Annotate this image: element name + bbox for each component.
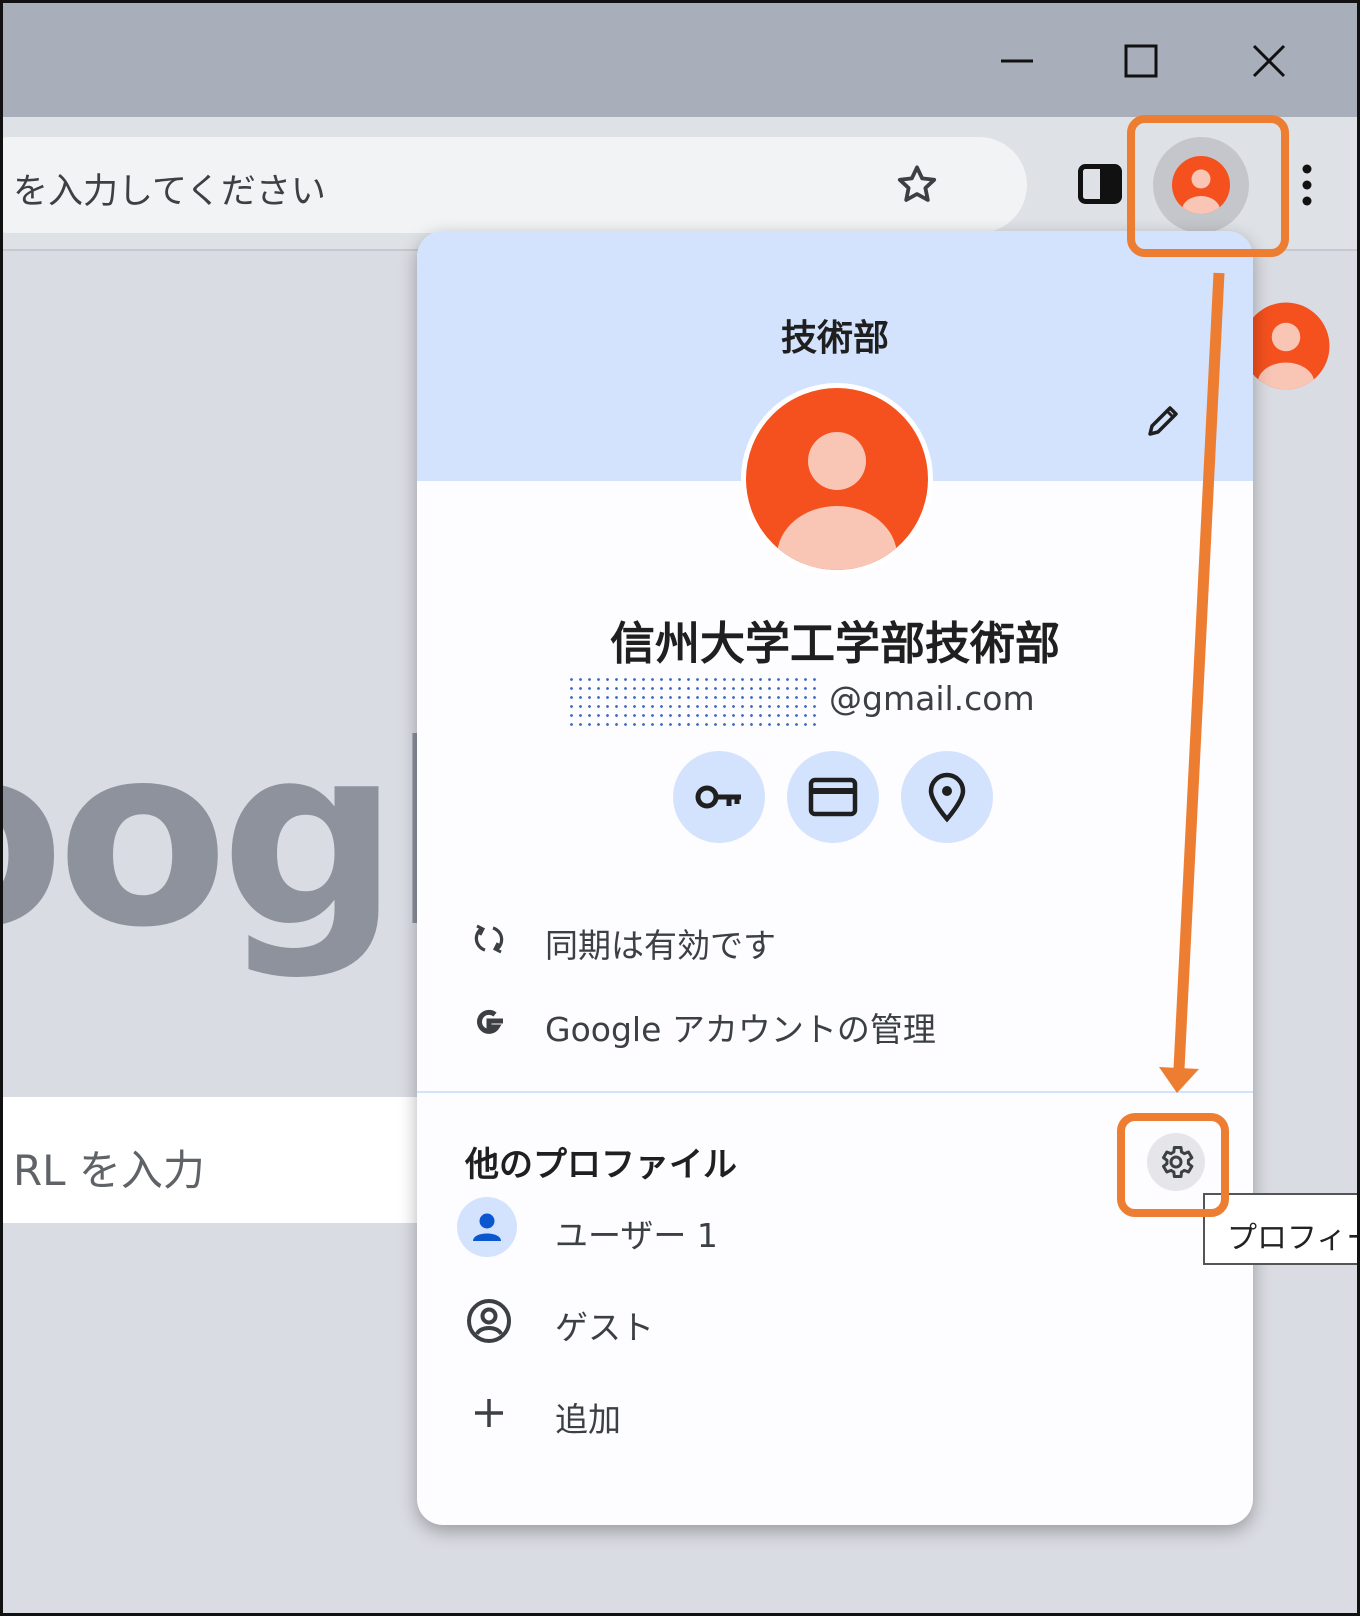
profile-menu-popup: 技術部 信州大学工学部技術部 @gmail.com 同期は有効です Google… bbox=[417, 231, 1253, 1525]
sync-status-label: 同期は有効です bbox=[545, 926, 776, 965]
section-divider bbox=[417, 1091, 1253, 1093]
user-icon bbox=[457, 1197, 517, 1257]
maximize-icon bbox=[1124, 44, 1158, 78]
close-icon bbox=[1252, 44, 1286, 78]
edit-profile-button[interactable] bbox=[1135, 393, 1191, 449]
close-button[interactable] bbox=[1221, 21, 1317, 101]
search-box[interactable]: RL を入力 bbox=[3, 1097, 443, 1223]
address-bar-placeholder: を入力してください bbox=[13, 172, 326, 212]
search-placeholder: RL を入力 bbox=[13, 1146, 205, 1195]
passwords-button[interactable] bbox=[673, 751, 765, 843]
pencil-icon bbox=[1148, 406, 1178, 436]
profile-avatar bbox=[741, 383, 933, 575]
address-pin-icon bbox=[928, 772, 966, 823]
add-profile-label: 追加 bbox=[555, 1400, 621, 1439]
kebab-menu-icon bbox=[1302, 164, 1312, 206]
email-domain: @gmail.com bbox=[829, 679, 1035, 718]
manage-google-account-row[interactable]: Google アカウントの管理 bbox=[417, 983, 1253, 1063]
google-logo: oogl bbox=[3, 691, 477, 982]
guest-profile-icon bbox=[463, 1295, 515, 1347]
maximize-button[interactable] bbox=[1093, 21, 1189, 101]
address-bar[interactable]: を入力してください bbox=[3, 137, 1027, 233]
profile-name: 技術部 bbox=[780, 318, 889, 359]
manage-account-label: Google アカウントの管理 bbox=[545, 1010, 936, 1049]
profile-button-highlight bbox=[1127, 115, 1289, 257]
payment-methods-button[interactable] bbox=[787, 751, 879, 843]
chrome-menu-button[interactable] bbox=[1291, 153, 1323, 217]
google-g-icon bbox=[463, 997, 515, 1049]
gear-button-highlight bbox=[1117, 1113, 1229, 1217]
sync-icon bbox=[463, 913, 515, 965]
account-email: @gmail.com bbox=[567, 671, 1107, 731]
account-full-name: 信州大学工学部技術部 bbox=[609, 617, 1060, 670]
profile-user1-label: ユーザー 1 bbox=[555, 1216, 718, 1255]
addresses-button[interactable] bbox=[901, 751, 993, 843]
redacted-email-local-part bbox=[567, 675, 821, 731]
minimize-button[interactable] bbox=[969, 21, 1065, 101]
side-panel-button[interactable] bbox=[1071, 155, 1129, 213]
avatar-icon bbox=[777, 432, 897, 570]
add-profile-row[interactable]: 追加 bbox=[417, 1373, 1253, 1453]
profile-guest-label: ゲスト bbox=[555, 1308, 654, 1347]
password-key-icon bbox=[695, 785, 741, 809]
title-bar bbox=[3, 3, 1357, 117]
background-avatar-icon bbox=[1242, 302, 1330, 390]
star-icon bbox=[897, 165, 937, 202]
sync-status-row[interactable]: 同期は有効です bbox=[417, 899, 1253, 979]
side-panel-icon bbox=[1078, 164, 1122, 204]
bookmark-star-button[interactable] bbox=[889, 157, 945, 213]
minimize-icon bbox=[1001, 59, 1033, 63]
profile-row-guest[interactable]: ゲスト bbox=[417, 1281, 1253, 1361]
payment-card-icon bbox=[808, 777, 858, 817]
screenshot-frame: を入力してください oo bbox=[0, 0, 1360, 1616]
other-profiles-heading: 他のプロファイル bbox=[465, 1145, 737, 1185]
plus-icon bbox=[463, 1387, 515, 1439]
